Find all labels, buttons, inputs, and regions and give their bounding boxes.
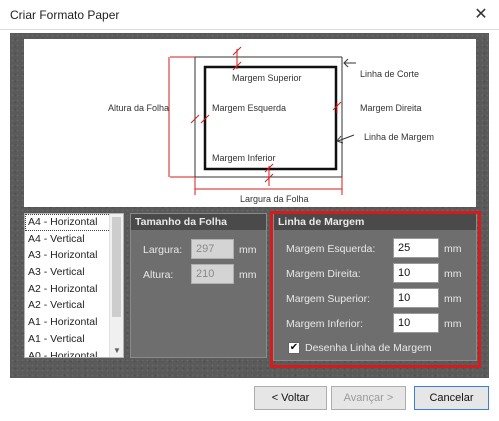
highlight-frame (270, 211, 481, 368)
margem-superior-label: Margem Superior (232, 73, 302, 83)
list-scrollbar[interactable]: ▼ (109, 214, 123, 357)
tamanho-group: Tamanho da Folha Largura: mm Altura: mm (130, 213, 267, 358)
title-bar: Criar Formato Paper ✕ (0, 0, 499, 30)
cancelar-button[interactable]: Cancelar (414, 386, 489, 410)
format-list[interactable]: A4 - Horizontal A4 - Vertical A3 - Horiz… (24, 213, 124, 358)
scroll-thumb[interactable] (112, 217, 121, 317)
linha-margem-label: Linha de Margem (364, 132, 435, 142)
close-icon[interactable]: ✕ (469, 4, 493, 26)
voltar-button[interactable]: < Voltar (254, 386, 327, 410)
window-title: Criar Formato Paper (10, 8, 120, 22)
margem-esquerda-label: Margem Esquerda (212, 103, 287, 113)
avancar-button[interactable]: Avançar > (331, 386, 406, 410)
margem-inferior-label: Margem Inferior (212, 153, 276, 163)
margem-pointer (337, 134, 355, 142)
tamanho-header: Tamanho da Folha (131, 214, 266, 230)
altura-field (191, 264, 234, 284)
linha-corte-label: Linha de Corte (360, 69, 420, 79)
chevron-down-icon[interactable]: ▼ (110, 346, 123, 355)
altura-field-label: Altura: (143, 269, 174, 281)
altura-unit: mm (239, 269, 257, 281)
paper-preview: Altura da Folha Margem Superior Margem E… (24, 39, 476, 207)
margem-direita-label: Margem Direita (360, 103, 422, 113)
largura-label: Largura da Folha (240, 194, 309, 204)
margin-diagram (168, 46, 356, 195)
largura-unit: mm (239, 244, 257, 256)
largura-field (191, 239, 234, 259)
altura-label: Altura da Folha (108, 103, 170, 113)
largura-field-label: Largura: (143, 244, 183, 256)
